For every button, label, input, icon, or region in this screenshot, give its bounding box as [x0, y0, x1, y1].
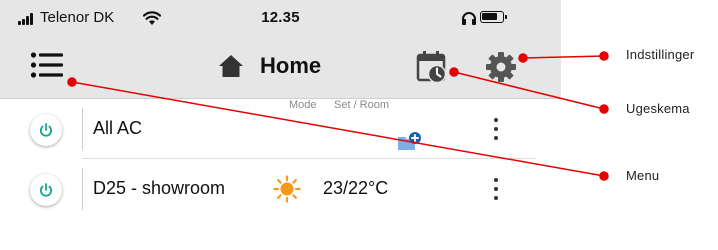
row-divider: [82, 158, 536, 159]
kebab-menu-icon[interactable]: [490, 118, 502, 140]
row-separator: [82, 108, 83, 150]
nav-bar: Home: [0, 34, 561, 99]
power-icon: [39, 123, 53, 137]
row-separator: [82, 168, 83, 210]
power-icon: [39, 183, 53, 197]
menu-callout-label: Menu: [626, 168, 660, 183]
headphones-icon: [462, 12, 476, 25]
list-item[interactable]: D25 - showroom 23/22°C: [0, 164, 536, 214]
calendar-clock-icon[interactable]: [416, 50, 450, 84]
schedule-callout-end-dot: [599, 104, 609, 114]
app-screen: Telenor DK 12.35 Home Mode Set / Room Al…: [0, 0, 561, 250]
temperature-readout: 23/22°C: [323, 178, 389, 198]
status-bar: Telenor DK 12.35: [0, 0, 561, 34]
settings-callout-label: Indstillinger: [626, 47, 695, 62]
sun-icon: [273, 175, 301, 203]
unit-name: All AC: [93, 118, 143, 138]
schedule-callout-label: Ugeskema: [626, 101, 690, 116]
folder-add-icon[interactable]: [397, 131, 423, 151]
settings-callout-end-dot: [599, 51, 609, 61]
unit-list: Mode Set / Room All AC D25 - showroom 23…: [0, 99, 561, 250]
battery-icon: [480, 11, 507, 23]
kebab-menu-icon[interactable]: [490, 178, 502, 200]
gear-icon[interactable]: [485, 51, 517, 83]
list-item[interactable]: All AC: [0, 104, 536, 154]
unit-name: D25 - showroom: [93, 178, 226, 198]
home-icon: [219, 55, 243, 77]
menu-callout-end-dot: [599, 171, 609, 181]
power-button[interactable]: [30, 174, 62, 206]
nav-title-group: Home: [218, 52, 321, 80]
power-button[interactable]: [30, 114, 62, 146]
menu-icon[interactable]: [30, 50, 64, 80]
page-title: Home: [260, 53, 322, 78]
